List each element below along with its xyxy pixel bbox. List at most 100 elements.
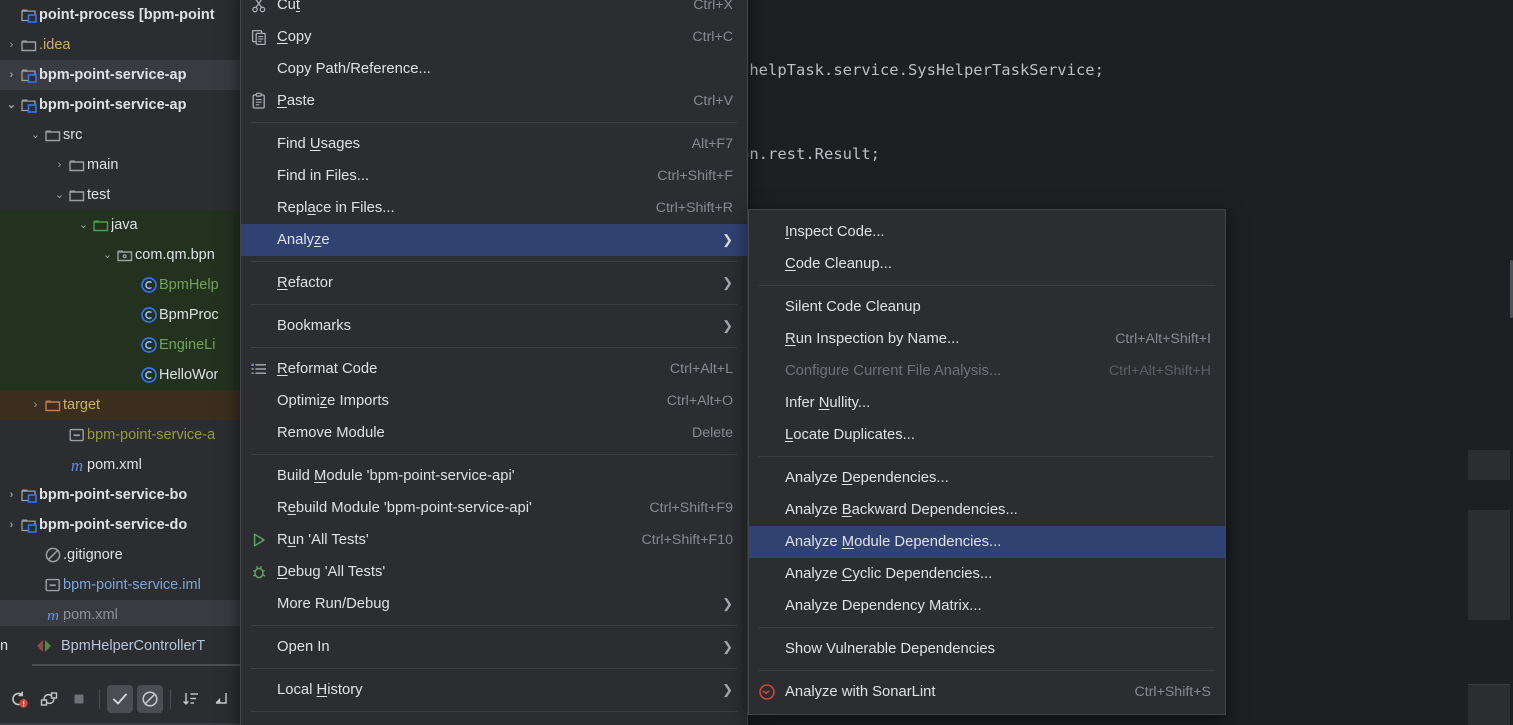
sort-by-duration-icon[interactable] xyxy=(178,685,204,713)
menu-item-copy[interactable]: Copy Ctrl+C xyxy=(241,21,747,53)
test-run-icon xyxy=(34,638,54,654)
tree-node[interactable]: ⌄ test xyxy=(0,180,240,210)
tree-node[interactable]: .gitignore xyxy=(0,540,240,570)
chevron-down-icon[interactable]: ⌄ xyxy=(100,249,115,261)
rerun-failed-tests-icon[interactable] xyxy=(36,685,62,713)
chevron-down-icon[interactable]: ⌄ xyxy=(52,189,67,201)
menu-item-optimize-imports[interactable]: Optimize Imports Ctrl+Alt+O xyxy=(241,385,747,417)
menu-item-analyze-dependencies[interactable]: Analyze Dependencies... xyxy=(749,462,1225,494)
menu-item-analyze-backward-dependencies[interactable]: Analyze Backward Dependencies... xyxy=(749,494,1225,526)
menu-item-analyze-with-sonarlint[interactable]: Analyze with SonarLint Ctrl+Shift+S xyxy=(749,676,1225,708)
menu-item-git[interactable]: Git❯ xyxy=(241,717,747,725)
menu-item-paste[interactable]: Paste Ctrl+V xyxy=(241,85,747,117)
menu-item-inspect-code[interactable]: Inspect Code... xyxy=(749,216,1225,248)
menu-item-rebuild-module-bpm-point-service-api[interactable]: Rebuild Module 'bpm-point-service-api' Ct… xyxy=(241,492,747,524)
menu-item-label: Bookmarks xyxy=(277,318,352,334)
menu-item-bookmarks[interactable]: Bookmarks ❯ xyxy=(241,310,747,342)
menu-item-cut[interactable]: Cut Ctrl+X xyxy=(241,0,747,21)
menu-item-label: More Run/Debug xyxy=(277,596,390,612)
menu-item-label: Optimize Imports xyxy=(277,393,389,409)
stop-icon[interactable] xyxy=(66,685,92,713)
chevron-right-icon[interactable]: › xyxy=(4,519,19,531)
menu-item-remove-module[interactable]: Remove Module Delete xyxy=(241,417,747,449)
tree-node[interactable]: › bpm-point-service-do xyxy=(0,510,240,540)
hide-ignored-icon[interactable] xyxy=(136,684,163,713)
tree-node[interactable]: EngineLi xyxy=(0,330,240,360)
tree-node[interactable]: ⌄ bpm-point-service-ap xyxy=(0,90,240,120)
chevron-right-icon[interactable]: › xyxy=(4,39,19,51)
menu-item-more-run-debug[interactable]: More Run/Debug ❯ xyxy=(241,588,747,620)
menu-item-label: Infer Nullity... xyxy=(785,395,871,411)
menu-item-analyze-module-dependencies[interactable]: Analyze Module Dependencies... xyxy=(749,526,1225,558)
menu-item-debug-all-tests[interactable]: Debug 'All Tests' xyxy=(241,556,747,588)
menu-item-label: Copy xyxy=(277,29,312,45)
menu-item-label: Reformat Code xyxy=(277,361,378,377)
menu-item-local-history[interactable]: Local History ❯ xyxy=(241,674,747,706)
tree-node[interactable]: ⌄ src xyxy=(0,120,240,150)
expand-all-icon[interactable] xyxy=(208,685,234,713)
menu-item-open-in[interactable]: Open In ❯ xyxy=(241,631,747,663)
tree-node[interactable]: BpmHelp xyxy=(0,270,240,300)
chevron-right-icon[interactable]: › xyxy=(28,399,43,411)
project-tool-window[interactable]: point-process [bpm-point › .idea › bpm-point… xyxy=(0,0,240,725)
menu-item-find-in-files[interactable]: Find in Files... Ctrl+Shift+F xyxy=(241,160,747,192)
chevron-down-icon[interactable]: ⌄ xyxy=(76,219,91,231)
menu-item-run-inspection-by-name[interactable]: Run Inspection by Name... Ctrl+Alt+Shift+… xyxy=(749,323,1225,355)
menu-item-run-all-tests[interactable]: Run 'All Tests' Ctrl+Shift+F10 xyxy=(241,524,747,556)
menu-item-shortcut: Ctrl+Alt+O xyxy=(666,393,733,409)
tree-node[interactable]: HelloWor xyxy=(0,360,240,390)
run-tool-window-tabs[interactable]: n BpmHelperControllerT xyxy=(0,626,240,666)
project-tree[interactable]: point-process [bpm-point › .idea › bpm-point… xyxy=(0,0,240,630)
tree-node[interactable]: bpm-point-service-a xyxy=(0,420,240,450)
menu-item-silent-code-cleanup[interactable]: Silent Code Cleanup xyxy=(749,291,1225,323)
menu-separator xyxy=(759,456,1215,457)
copy-icon xyxy=(241,28,277,46)
menu-item-find-usages[interactable]: Find Usages Alt+F7 xyxy=(241,128,747,160)
rerun-tests-icon[interactable] xyxy=(6,685,32,713)
tree-node[interactable]: › .idea xyxy=(0,30,240,60)
tab-partial-label[interactable]: n xyxy=(0,638,34,654)
tree-node[interactable]: BpmProc xyxy=(0,300,240,330)
menu-item-shortcut: Ctrl+Shift+F10 xyxy=(641,532,733,548)
menu-separator xyxy=(251,261,737,262)
menu-item-analyze[interactable]: Analyze ❯ xyxy=(241,224,747,256)
tree-node[interactable]: › target xyxy=(0,390,240,420)
menu-item-locate-duplicates[interactable]: Locate Duplicates... xyxy=(749,419,1225,451)
menu-item-label: Locate Duplicates... xyxy=(785,427,915,443)
show-passed-icon[interactable] xyxy=(106,684,133,713)
tree-node[interactable]: › bpm-point-service-bo xyxy=(0,480,240,510)
tab-bpm-helper-controller-test[interactable]: BpmHelperControllerT xyxy=(34,638,205,654)
menu-item-label: Code Cleanup... xyxy=(785,256,892,272)
chevron-down-icon[interactable]: ⌄ xyxy=(4,99,19,111)
menu-item-label: Inspect Code... xyxy=(785,224,885,240)
chevron-down-icon[interactable]: ⌄ xyxy=(28,129,43,141)
menu-item-replace-in-files[interactable]: Replace in Files... Ctrl+Shift+R xyxy=(241,192,747,224)
menu-item-label: Build Module 'bpm-point-service-api' xyxy=(277,468,515,484)
sonarlint-icon xyxy=(749,683,785,701)
chevron-right-icon[interactable]: › xyxy=(4,69,19,81)
menu-item-analyze-dependency-matrix[interactable]: Analyze Dependency Matrix... xyxy=(749,590,1225,622)
menu-item-analyze-cyclic-dependencies[interactable]: Analyze Cyclic Dependencies... xyxy=(749,558,1225,590)
chevron-right-icon[interactable]: › xyxy=(52,159,67,171)
menu-item-code-cleanup[interactable]: Code Cleanup... xyxy=(749,248,1225,280)
menu-item-build-module-bpm-point-service-api[interactable]: Build Module 'bpm-point-service-api' xyxy=(241,460,747,492)
menu-item-copy-path-reference[interactable]: Copy Path/Reference... xyxy=(241,53,747,85)
menu-item-show-vulnerable-dependencies[interactable]: Show Vulnerable Dependencies xyxy=(749,633,1225,665)
analyze-submenu[interactable]: Inspect Code... Code Cleanup... Silent Cod… xyxy=(748,209,1226,715)
tree-node[interactable]: point-process [bpm-point xyxy=(0,0,240,30)
tree-node[interactable]: bpm-point-service.iml xyxy=(0,570,240,600)
menu-item-refactor[interactable]: Refactor ❯ xyxy=(241,267,747,299)
class-icon xyxy=(139,366,159,384)
menu-item-reformat-code[interactable]: Reformat Code Ctrl+Alt+L xyxy=(241,353,747,385)
menu-item-label: Configure Current File Analysis... xyxy=(785,363,1002,379)
tree-node[interactable]: ⌄ com.qm.bpn xyxy=(0,240,240,270)
tree-node[interactable]: m pom.xml xyxy=(0,450,240,480)
context-menu[interactable]: Cut Ctrl+X Copy Ctrl+C Copy Path/Reference..… xyxy=(240,0,748,725)
chevron-right-icon[interactable]: › xyxy=(4,489,19,501)
tree-node[interactable]: ⌄ java xyxy=(0,210,240,240)
tree-node[interactable]: › main xyxy=(0,150,240,180)
menu-item-infer-nullity[interactable]: Infer Nullity... xyxy=(749,387,1225,419)
menu-item-shortcut: Ctrl+Shift+F xyxy=(657,168,733,184)
tree-node[interactable]: › bpm-point-service-ap xyxy=(0,60,240,90)
test-runner-toolbar[interactable] xyxy=(0,672,240,725)
